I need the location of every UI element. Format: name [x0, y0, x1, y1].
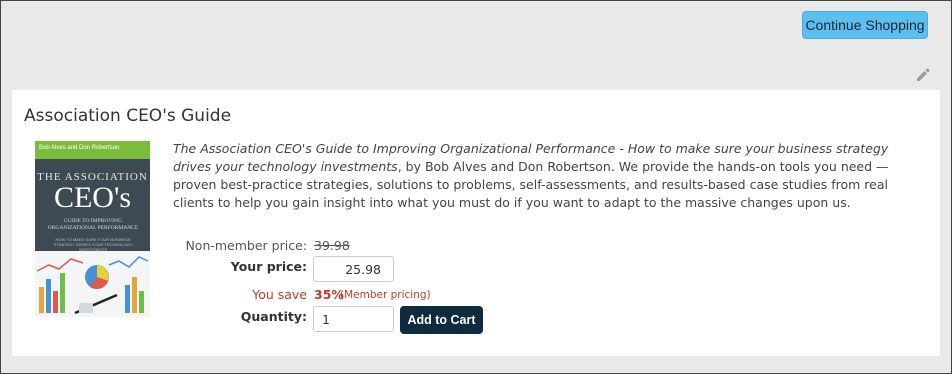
your-price-field: 25.98 [313, 256, 394, 282]
top-bar: Continue Shopping [1, 1, 951, 89]
pencil-icon[interactable] [915, 67, 931, 83]
quantity-label: Quantity: [240, 309, 307, 324]
product-description: The Association CEO's Guide to Improving… [173, 140, 913, 212]
cover-chart-art [35, 251, 150, 317]
continue-shopping-button[interactable]: Continue Shopping [802, 11, 928, 39]
cover-subtitle: GUIDE TO IMPROVING ORGANIZATIONAL PERFOR… [47, 218, 139, 231]
nonmember-price-label: Non-member price: [185, 238, 307, 253]
cover-tagline: HOW TO MAKE SURE YOUR BUSINESS STRATEGY … [53, 237, 133, 252]
add-to-cart-button[interactable]: Add to Cart [400, 306, 483, 334]
product-panel: Association CEO's Guide Bob Alves and Do… [12, 90, 940, 356]
your-price-label: Your price: [230, 259, 307, 274]
book-cover-image: Bob Alves and Don Robertson THE ASSOCIAT… [35, 141, 150, 317]
you-save-label: You save [252, 287, 307, 302]
quantity-input[interactable]: 1 [313, 306, 394, 332]
cover-authors: Bob Alves and Don Robertson [39, 145, 120, 151]
member-pricing-note: (Member pricing) [340, 289, 431, 301]
product-title: Association CEO's Guide [24, 106, 232, 126]
cover-title-line2: CEO's [53, 181, 132, 214]
nonmember-price-value: 39.98 [314, 238, 350, 253]
